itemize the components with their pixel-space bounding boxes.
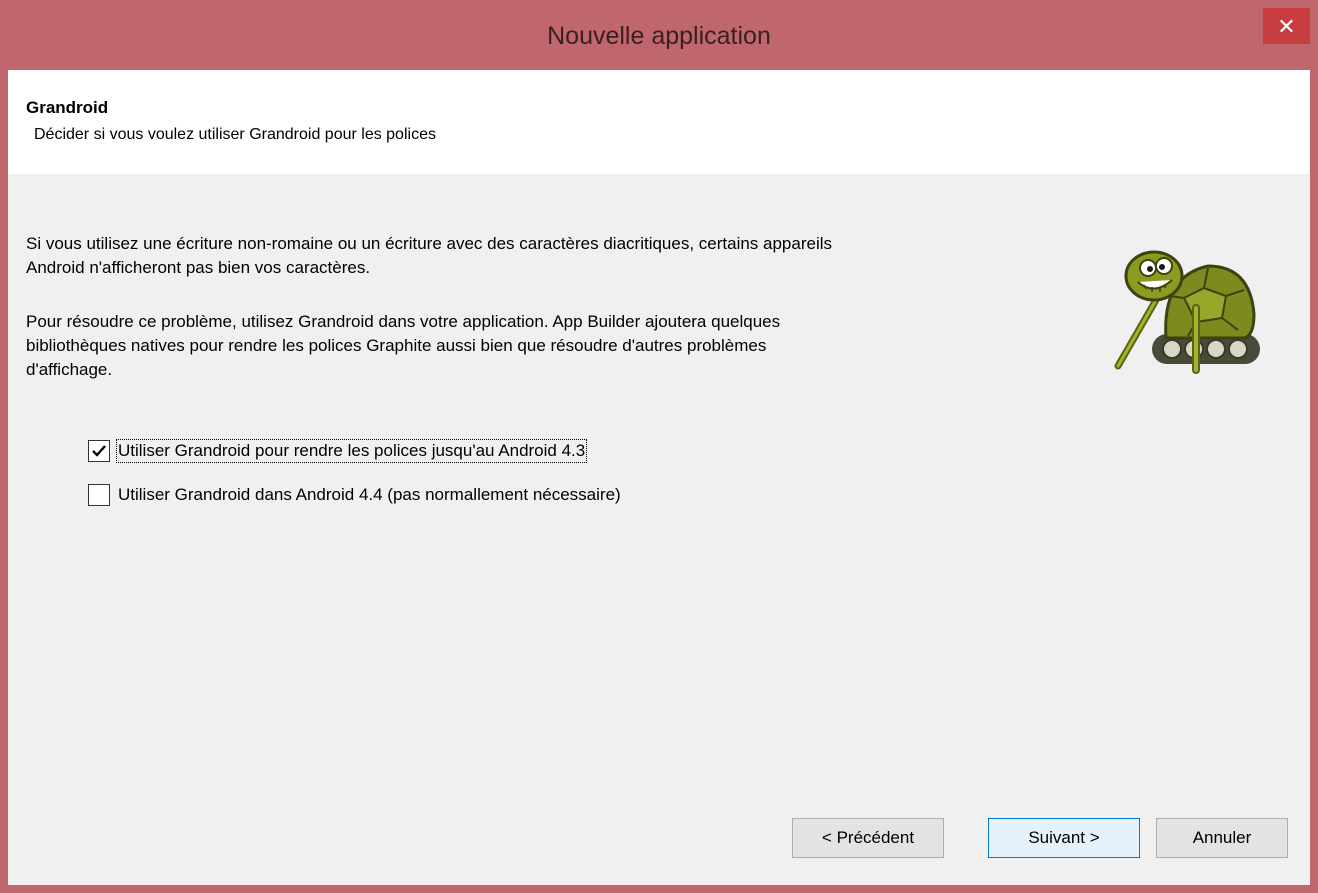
wizard-header: Grandroid Décider si vous voulez utilise… [8,70,1310,174]
next-button[interactable]: Suivant > [988,818,1140,858]
checkmark-icon [92,445,106,457]
checkbox-label: Utiliser Grandroid pour rendre les polic… [115,439,588,463]
close-button[interactable]: ✕ [1263,8,1310,44]
dialog-window: Nouvelle application ✕ Grandroid Décider… [0,0,1318,893]
description-line: Pour résoudre ce problème, utilisez Gran… [26,312,781,331]
title-bar[interactable]: Nouvelle application ✕ [0,0,1318,70]
close-icon: ✕ [1277,14,1296,39]
dialog-content: Grandroid Décider si vous voulez utilise… [8,70,1310,885]
description-line: bibliothèques natives pour rendre les po… [26,336,767,355]
back-button[interactable]: < Précédent [792,818,944,858]
turtle-robot-icon [1114,250,1260,374]
option-grandroid-4-4[interactable]: Utiliser Grandroid dans Android 4.4 (pas… [88,482,621,508]
checkbox-grandroid-4-4[interactable] [88,484,110,506]
page-subtitle: Décider si vous voulez utiliser Grandroi… [34,126,436,143]
page-title: Grandroid [26,98,109,117]
checkbox-grandroid-upto-4-3[interactable] [88,440,110,462]
window-title: Nouvelle application [547,22,771,50]
description-line: Android n'afficheront pas bien vos carac… [26,258,371,277]
description-paragraph-2: Pour résoudre ce problème, utilisez Gran… [26,310,1106,382]
cancel-button[interactable]: Annuler [1156,818,1288,858]
description-line: d'affichage. [26,360,113,379]
description-line: Si vous utilisez une écriture non-romain… [26,234,833,253]
option-grandroid-upto-4-3[interactable]: Utiliser Grandroid pour rendre les polic… [88,438,588,464]
description-paragraph-1: Si vous utilisez une écriture non-romain… [26,232,1106,280]
checkbox-label: Utiliser Grandroid dans Android 4.4 (pas… [118,485,621,504]
